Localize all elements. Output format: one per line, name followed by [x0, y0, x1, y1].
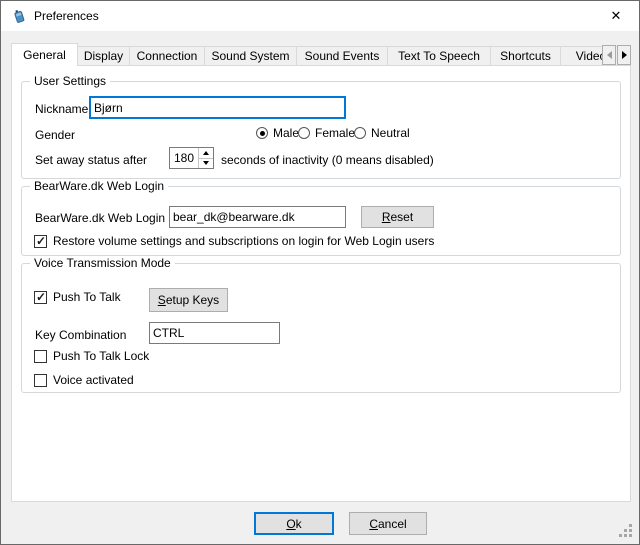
radio-label: Male — [273, 126, 299, 140]
away-status-suffix: seconds of inactivity (0 means disabled) — [221, 153, 434, 167]
preferences-dialog: Preferences ✕ General Display Connection… — [0, 0, 640, 545]
radio-dot — [354, 127, 366, 139]
window-title: Preferences — [34, 1, 99, 31]
checkbox-label: Restore volume settings and subscription… — [53, 234, 434, 248]
voice-activated-checkbox[interactable]: Voice activated — [34, 373, 134, 387]
tab-text-to-speech[interactable]: Text To Speech — [387, 46, 491, 65]
tab-display[interactable]: Display — [77, 46, 130, 65]
general-tab-panel: User Settings Nickname Gender Male Femal… — [11, 65, 631, 502]
arrow-right-icon — [622, 51, 627, 59]
group-web-login: BearWare.dk Web Login BearWare.dk Web Lo… — [21, 186, 621, 256]
key-combination-input[interactable] — [149, 322, 280, 344]
group-title: User Settings — [30, 74, 110, 89]
away-seconds-input[interactable] — [170, 148, 198, 168]
checkbox-label: Push To Talk Lock — [53, 349, 149, 363]
group-voice-transmission: Voice Transmission Mode Push To Talk Set… — [21, 263, 621, 393]
tab-connection[interactable]: Connection — [129, 46, 205, 65]
gender-male-radio[interactable]: Male — [256, 126, 299, 140]
ok-button[interactable]: Ok — [254, 512, 334, 535]
titlebar: Preferences ✕ — [1, 1, 639, 31]
setup-keys-button[interactable]: Setup Keys — [149, 288, 228, 312]
radio-dot — [256, 127, 268, 139]
away-status-label: Set away status after — [35, 153, 147, 167]
gender-female-radio[interactable]: Female — [298, 126, 355, 140]
checkbox-box — [34, 235, 47, 248]
tab-scroll-left-icon[interactable] — [602, 45, 616, 65]
group-user-settings: User Settings Nickname Gender Male Femal… — [21, 81, 621, 179]
tab-bar: General Display Connection Sound System … — [11, 43, 622, 65]
reset-button[interactable]: Reset — [361, 206, 434, 228]
arrow-left-icon — [607, 51, 612, 59]
resize-grip[interactable] — [629, 534, 632, 537]
group-title: Voice Transmission Mode — [30, 256, 175, 271]
push-to-talk-lock-checkbox[interactable]: Push To Talk Lock — [34, 349, 149, 363]
checkbox-box — [34, 291, 47, 304]
radio-label: Neutral — [371, 126, 410, 140]
away-seconds-spinner[interactable] — [169, 147, 214, 169]
radio-label: Female — [315, 126, 355, 140]
cancel-button[interactable]: Cancel — [349, 512, 427, 535]
tab-sound-system[interactable]: Sound System — [204, 46, 297, 65]
gender-label: Gender — [35, 128, 75, 142]
nickname-label: Nickname — [35, 102, 88, 116]
web-login-id-input[interactable] — [169, 206, 346, 228]
nickname-input[interactable] — [89, 96, 346, 119]
group-title: BearWare.dk Web Login — [30, 179, 168, 194]
push-to-talk-checkbox[interactable]: Push To Talk — [34, 290, 121, 304]
tab-shortcuts[interactable]: Shortcuts — [490, 46, 561, 65]
gender-neutral-radio[interactable]: Neutral — [354, 126, 410, 140]
checkbox-label: Voice activated — [53, 373, 134, 387]
web-login-id-label: BearWare.dk Web Login ID — [35, 211, 180, 225]
radio-dot — [298, 127, 310, 139]
spinner-down-icon[interactable] — [199, 159, 213, 169]
spinner-buttons — [198, 148, 213, 168]
restore-volume-checkbox[interactable]: Restore volume settings and subscription… — [34, 234, 434, 248]
tab-general[interactable]: General — [11, 43, 78, 66]
tab-scroll-right-icon[interactable] — [617, 45, 631, 65]
checkbox-box — [34, 374, 47, 387]
spinner-up-icon[interactable] — [199, 148, 213, 159]
tab-sound-events[interactable]: Sound Events — [296, 46, 388, 65]
close-icon[interactable]: ✕ — [601, 1, 631, 31]
checkbox-box — [34, 350, 47, 363]
teamtalk-app-icon — [11, 8, 27, 24]
key-combination-label: Key Combination — [35, 328, 126, 342]
checkbox-label: Push To Talk — [53, 290, 121, 304]
